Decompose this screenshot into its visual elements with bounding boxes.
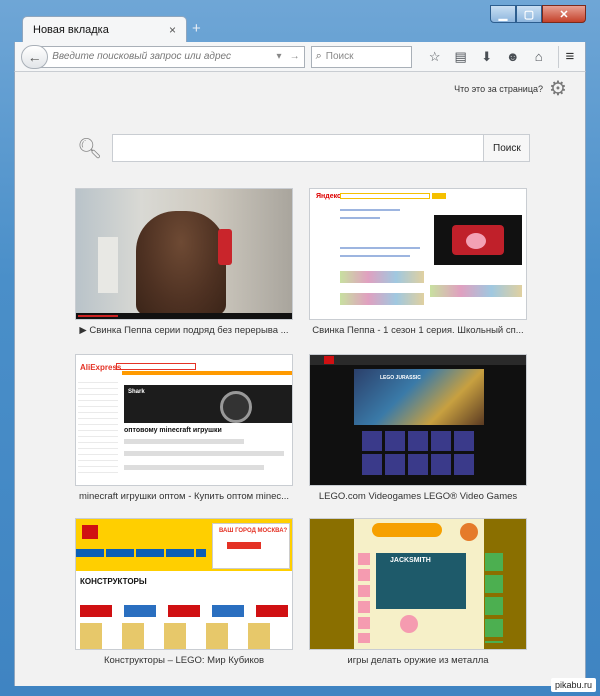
ali-heading: оптовому minecraft игрушки bbox=[124, 427, 222, 434]
tile-thumbnail[interactable] bbox=[309, 354, 527, 486]
ali-row bbox=[124, 451, 284, 456]
promo-button bbox=[227, 542, 261, 549]
yandex-search-box bbox=[340, 193, 430, 199]
section-title: КОНСТРУКТОРЫ bbox=[80, 577, 147, 586]
minimize-button[interactable]: ▁ bbox=[490, 5, 516, 23]
search-icon: ⌕ bbox=[315, 50, 322, 62]
thumb-strip bbox=[340, 271, 424, 283]
menu-button[interactable]: ≡ bbox=[557, 45, 581, 68]
search-magnifier-icon: 🔍︎ bbox=[77, 137, 103, 160]
person-shape bbox=[136, 211, 226, 315]
minimize-icon: ▁ bbox=[498, 8, 508, 21]
character-shape bbox=[460, 523, 478, 541]
new-tab-page: Что это за страница? ⚙ 🔍︎ Поиск ▶ Свинка… bbox=[14, 72, 586, 686]
games-grid bbox=[362, 431, 476, 475]
character-shape bbox=[400, 615, 418, 633]
result-line bbox=[340, 247, 420, 249]
home-icon[interactable]: ⌂ bbox=[526, 46, 552, 68]
tab-close-icon[interactable]: × bbox=[169, 23, 176, 37]
search-bar[interactable]: ⌕ Поиск bbox=[310, 45, 412, 68]
gear-icon[interactable]: ⚙ bbox=[547, 78, 569, 100]
browser-window: ▁ ▢ ✕ Новая вкладка × + ← Введите поиско… bbox=[0, 0, 600, 696]
ali-category-list bbox=[78, 377, 118, 477]
towel-shape bbox=[98, 237, 118, 293]
maximize-icon: ▢ bbox=[523, 8, 535, 21]
peppa-shape bbox=[452, 225, 504, 255]
video-progress-bar bbox=[76, 313, 292, 319]
page-search-button[interactable]: Поиск bbox=[484, 134, 531, 162]
series-logos bbox=[80, 605, 290, 617]
ali-row bbox=[124, 465, 264, 470]
tile-label[interactable]: ▶ Свинка Пеппа серии подряд без перерыва… bbox=[75, 325, 293, 336]
bookmark-star-icon[interactable]: ☆ bbox=[422, 46, 448, 68]
city-promo: ВАШ ГОРОД МОСКВА? bbox=[212, 523, 290, 569]
minifigures bbox=[80, 623, 290, 649]
close-button[interactable]: ✕ bbox=[542, 5, 586, 23]
thumb-strip bbox=[430, 285, 522, 297]
ali-nav-bar bbox=[122, 371, 292, 375]
page-search-input[interactable] bbox=[112, 134, 485, 162]
lego-header bbox=[310, 355, 526, 365]
banner-title: Shark bbox=[128, 389, 145, 395]
video-preview bbox=[434, 215, 522, 265]
url-dropdown-icon[interactable]: ▾ bbox=[273, 51, 286, 62]
tile-label[interactable]: Свинка Пеппа - 1 сезон 1 серия. Школьный… bbox=[309, 325, 527, 336]
tile-peppa-yandex[interactable]: Яндекс Свинка Пеппа - 1 сезон 1 серия. Ш… bbox=[309, 188, 527, 336]
smeshariki-logo bbox=[372, 523, 442, 537]
left-menu bbox=[358, 553, 370, 643]
close-icon: ✕ bbox=[559, 8, 569, 21]
tile-label[interactable]: игры делать оружие из металла bbox=[309, 655, 527, 666]
window-controls: ▁ ▢ ✕ bbox=[490, 5, 586, 23]
tile-thumbnail[interactable] bbox=[309, 518, 527, 650]
right-menu bbox=[485, 553, 503, 643]
ali-search-box bbox=[116, 363, 196, 370]
promo-title: ВАШ ГОРОД МОСКВА? bbox=[219, 528, 288, 534]
yandex-logo: Яндекс bbox=[316, 193, 341, 200]
game-frame bbox=[376, 553, 466, 609]
result-line bbox=[340, 209, 400, 211]
back-arrow-icon: ← bbox=[27, 48, 42, 65]
navigation-toolbar: ← Введите поисковый запрос или адрес ▾ →… bbox=[14, 42, 586, 72]
new-tab-button[interactable]: + bbox=[192, 20, 201, 37]
hamburger-icon: ≡ bbox=[565, 48, 575, 65]
tile-aliexpress[interactable]: AliExpress Shark оптовому minecraft игру… bbox=[75, 354, 293, 502]
toolbar-icons: ☆ ▤ ⬇ ☻ ⌂ bbox=[422, 46, 552, 68]
tile-label[interactable]: minecraft игрушки оптом - Купить оптом m… bbox=[75, 491, 293, 502]
tile-smeshariki-game[interactable]: игры делать оружие из металла bbox=[309, 518, 527, 666]
result-line bbox=[340, 217, 380, 219]
go-arrow-icon[interactable]: → bbox=[286, 51, 304, 62]
ali-row bbox=[124, 439, 244, 444]
yandex-search-button bbox=[432, 193, 446, 199]
thumb-strip bbox=[340, 293, 424, 305]
ali-banner: Shark bbox=[124, 385, 292, 423]
tile-thumbnail[interactable] bbox=[75, 188, 293, 320]
back-button[interactable]: ← bbox=[21, 44, 49, 69]
downloads-icon[interactable]: ⬇ bbox=[474, 46, 500, 68]
url-placeholder: Введите поисковый запрос или адрес bbox=[52, 51, 231, 62]
tile-peppa-video[interactable]: ▶ Свинка Пеппа серии подряд без перерыва… bbox=[75, 188, 293, 336]
shop-nav bbox=[76, 549, 206, 557]
result-line bbox=[340, 255, 410, 257]
tile-lego-videogames[interactable]: LEGO.com Videogames LEGO® Video Games bbox=[309, 354, 527, 502]
tile-thumbnail[interactable]: AliExpress Shark оптовому minecraft игру… bbox=[75, 354, 293, 486]
bookmarks-list-icon[interactable]: ▤ bbox=[448, 46, 474, 68]
lego-logo bbox=[82, 525, 98, 539]
tile-thumbnail[interactable]: ВАШ ГОРОД МОСКВА? КОНСТРУКТОРЫ bbox=[75, 518, 293, 650]
search-placeholder: Поиск bbox=[325, 51, 354, 62]
lego-jurassic-banner bbox=[354, 369, 484, 425]
bottle-shape bbox=[218, 229, 232, 265]
tile-lego-shop[interactable]: ВАШ ГОРОД МОСКВА? КОНСТРУКТОРЫ Конструкт… bbox=[75, 518, 293, 666]
chat-icon[interactable]: ☻ bbox=[500, 46, 526, 68]
url-bar[interactable]: Введите поисковый запрос или адрес ▾ → bbox=[40, 45, 305, 68]
watermark: pikabu.ru bbox=[550, 678, 596, 692]
what-is-this-page-link[interactable]: Что это за страница? bbox=[454, 84, 543, 94]
tab-new-tab[interactable]: Новая вкладка × bbox=[22, 16, 187, 42]
page-search: 🔍︎ Поиск bbox=[77, 134, 531, 162]
tile-label[interactable]: Конструкторы – LEGO: Мир Кубиков bbox=[75, 655, 293, 666]
tile-thumbnail[interactable]: Яндекс bbox=[309, 188, 527, 320]
tile-label[interactable]: LEGO.com Videogames LEGO® Video Games bbox=[309, 491, 527, 502]
maximize-button[interactable]: ▢ bbox=[516, 5, 542, 23]
tab-title: Новая вкладка bbox=[33, 23, 109, 36]
